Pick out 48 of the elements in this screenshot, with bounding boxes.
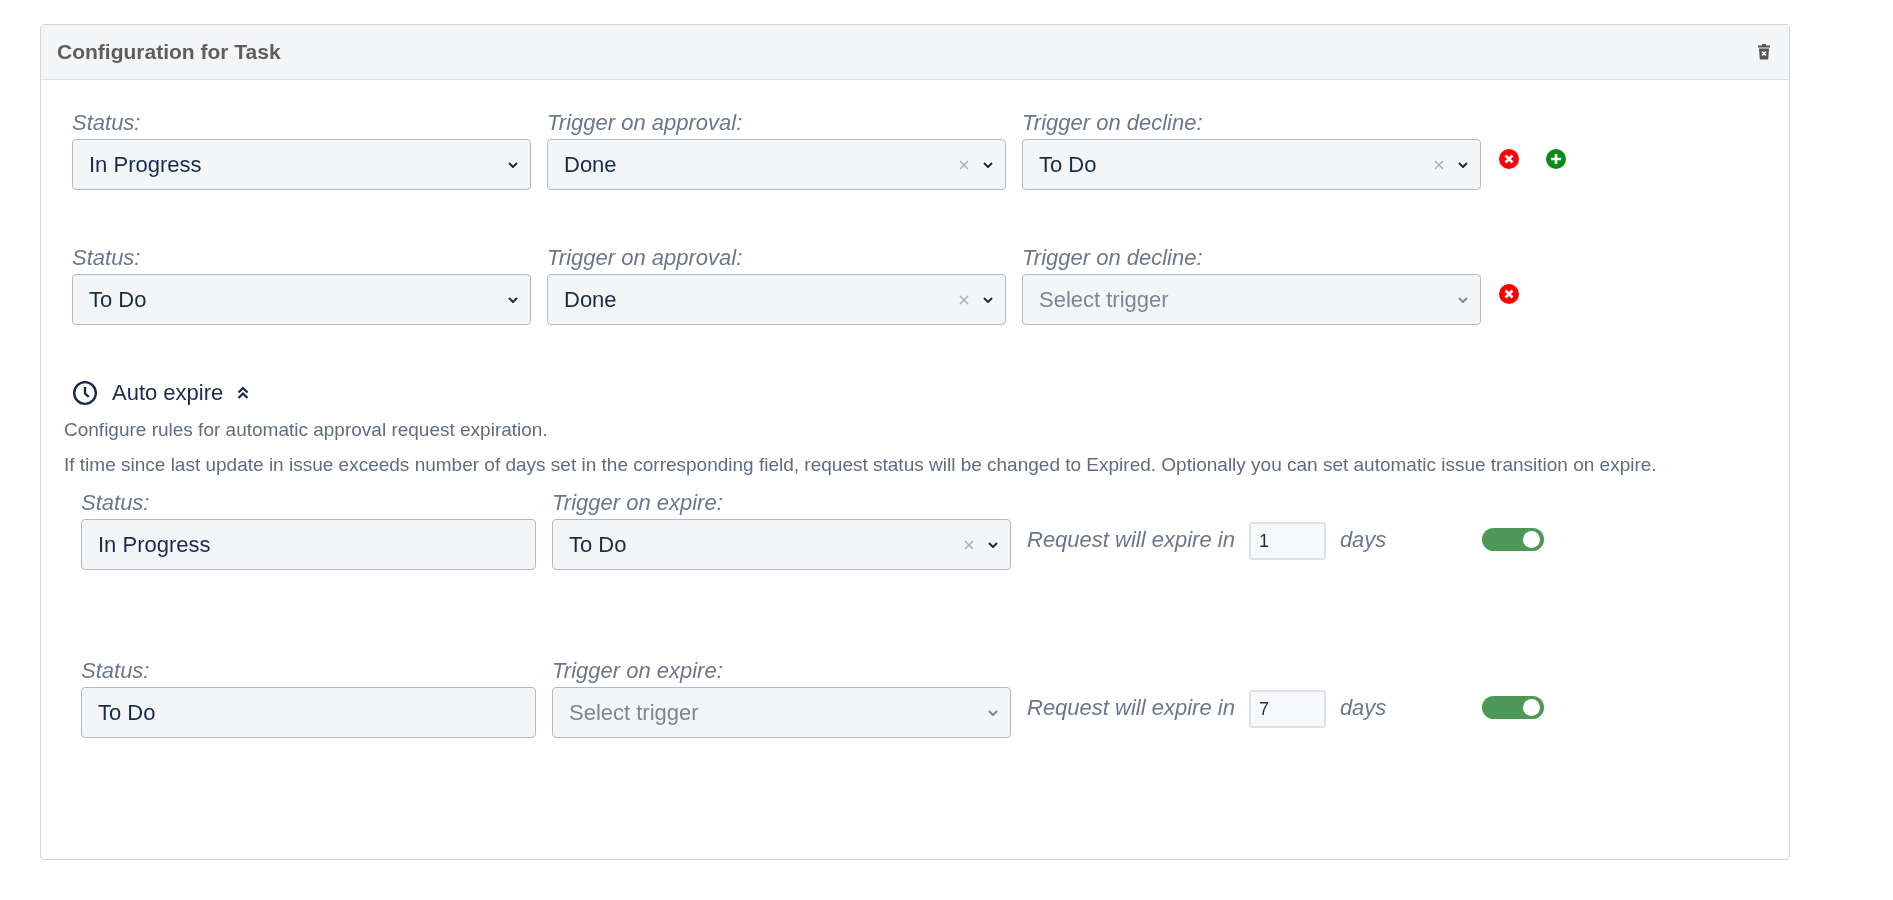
status-select[interactable]: To Do: [72, 274, 531, 325]
field-label: Status:: [81, 490, 151, 516]
chevron-down-icon: [983, 161, 993, 168]
chevron-down-icon: [508, 161, 518, 168]
status-field: In Progress: [81, 519, 536, 570]
toggle-switch[interactable]: [1482, 528, 1545, 551]
description-text: Configure rules for automatic approval request expiration.: [64, 418, 549, 442]
status-field: To Do: [81, 687, 536, 738]
field-label: Trigger on approval:: [547, 110, 744, 136]
days-unit: days: [1339, 694, 1387, 721]
field-label: Trigger on decline:: [1022, 245, 1204, 271]
chevron-down-icon: [988, 541, 998, 548]
clock-icon: [72, 380, 98, 406]
field-label: Trigger on decline:: [1022, 110, 1204, 136]
expire-label: Request will expire in: [1027, 694, 1235, 721]
trigger-select[interactable]: To Do: [552, 519, 1011, 570]
field-label: Trigger on expire:: [552, 658, 724, 684]
status-select[interactable]: In Progress: [72, 139, 531, 190]
add-icon[interactable]: [1546, 149, 1566, 169]
remove-icon[interactable]: [1499, 284, 1519, 304]
field-label: Status:: [72, 245, 142, 271]
field-label: Status:: [72, 110, 142, 136]
expire-label: Request will expire in: [1027, 526, 1235, 553]
panel-title: Configuration for Task: [57, 40, 281, 64]
trigger-select[interactable]: To Do: [1022, 139, 1481, 190]
field-label: Status:: [81, 658, 151, 684]
clear-icon[interactable]: [964, 539, 974, 550]
chevron-down-icon: [988, 709, 998, 716]
days-input[interactable]: 1: [1248, 522, 1326, 560]
days-unit: days: [1339, 526, 1387, 553]
remove-icon[interactable]: [1499, 149, 1519, 169]
clear-icon[interactable]: [959, 294, 969, 305]
field-label: Trigger on approval:: [547, 245, 744, 271]
trigger-select[interactable]: Done: [547, 274, 1006, 325]
section-title: Auto expire: [112, 380, 224, 406]
toggle-switch[interactable]: [1482, 696, 1545, 719]
chevron-down-icon: [1458, 161, 1468, 168]
chevron-down-icon: [508, 296, 518, 303]
trash-icon[interactable]: [1757, 44, 1771, 60]
collapse-toggle-icon[interactable]: [237, 386, 250, 400]
clear-icon[interactable]: [959, 159, 969, 170]
days-input[interactable]: 7: [1248, 690, 1326, 728]
chevron-down-icon: [1458, 296, 1468, 303]
chevron-down-icon: [983, 296, 993, 303]
field-label: Trigger on expire:: [552, 490, 724, 516]
clear-icon[interactable]: [1434, 159, 1444, 170]
trigger-select[interactable]: Done: [547, 139, 1006, 190]
description-text: If time since last update in issue exceeds number of days set in the corresponding field, request status will be changed to Expired. Optionally you can set automatic issue transition on expire.: [64, 453, 1658, 477]
